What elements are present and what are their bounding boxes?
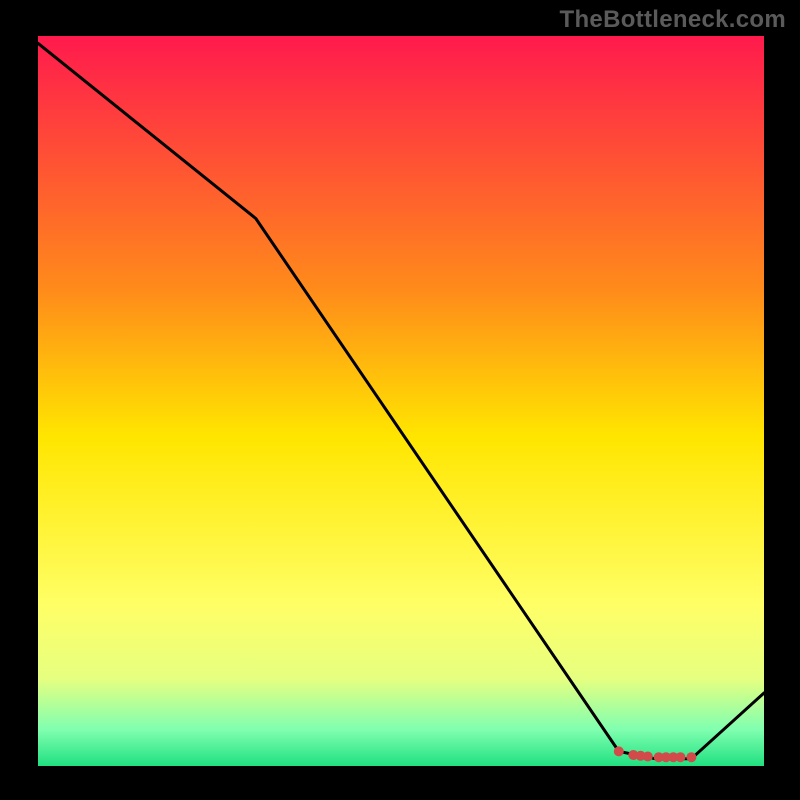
plot-background bbox=[38, 36, 764, 766]
chart-frame: TheBottleneck.com bbox=[0, 0, 800, 800]
plot-svg bbox=[0, 0, 800, 800]
marker-point bbox=[676, 752, 686, 762]
watermark: TheBottleneck.com bbox=[560, 6, 786, 34]
marker-point bbox=[686, 752, 696, 762]
marker-point bbox=[643, 752, 653, 762]
marker-point bbox=[614, 746, 624, 756]
